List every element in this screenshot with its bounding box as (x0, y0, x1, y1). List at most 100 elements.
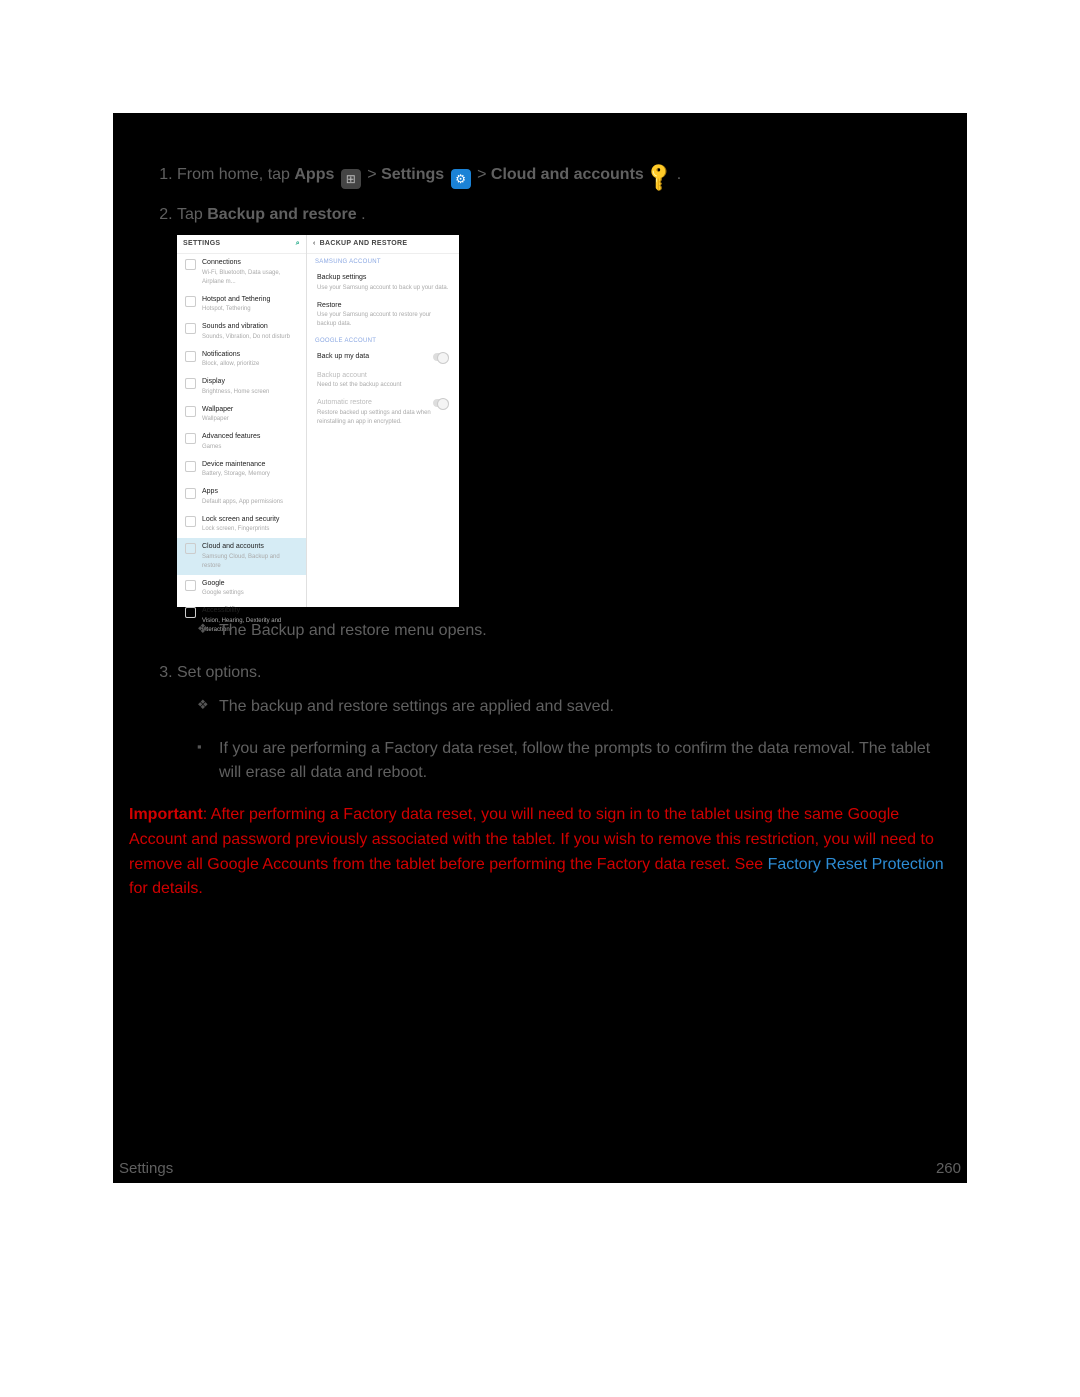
step-2-bold: Backup and restore (207, 206, 356, 223)
step-1-settings: Settings (381, 166, 444, 183)
list-item-text: Device maintenanceBattery, Storage, Memo… (202, 460, 270, 480)
key-icon: 🔑 (646, 163, 674, 191)
list-item-title: Notifications (202, 350, 259, 361)
list-item: Device maintenanceBattery, Storage, Memo… (177, 456, 306, 484)
list-item-icon (185, 607, 196, 618)
list-item-text: DisplayBrightness, Home screen (202, 377, 269, 397)
row-restore-t: Restore (317, 301, 449, 312)
step-1-sep2: > (477, 166, 491, 183)
screenshot-right-pane: ‹ BACKUP AND RESTORE SAMSUNG ACCOUNT Bac… (307, 235, 459, 607)
screenshot-left-title: SETTINGS (183, 239, 220, 250)
list-item-title: Hotspot and Tethering (202, 295, 270, 306)
list-item-sub: Block, allow, prioritize (202, 360, 259, 369)
list-item-text: GoogleGoogle settings (202, 579, 244, 599)
list-item-sub: Brightness, Home screen (202, 388, 269, 397)
screenshot-left-list: ConnectionsWi-Fi, Bluetooth, Data usage,… (177, 254, 306, 639)
row-backup-settings-s: Use your Samsung account to back up your… (317, 284, 449, 293)
step-1-apps: Apps (294, 166, 334, 183)
step-2-results: The Backup and restore menu opens. (177, 619, 951, 643)
list-item: ConnectionsWi-Fi, Bluetooth, Data usage,… (177, 254, 306, 291)
important-note: Important: After performing a Factory da… (129, 803, 951, 902)
list-item: WallpaperWallpaper (177, 401, 306, 429)
list-item-icon (185, 543, 196, 554)
list-item-icon (185, 323, 196, 334)
list-item: Hotspot and TetheringHotspot, Tethering (177, 291, 306, 319)
list-item-title: Advanced features (202, 432, 260, 443)
numbered-steps: From home, tap Apps ⊞ > Settings ⚙ > Clo… (129, 163, 951, 785)
list-item: NotificationsBlock, allow, prioritize (177, 346, 306, 374)
list-item-text: Advanced featuresGames (202, 432, 260, 452)
step-2-result-1: The Backup and restore menu opens. (197, 619, 951, 643)
settings-icon: ⚙ (451, 169, 471, 189)
row-backup-account: Backup account Need to set the backup ac… (307, 367, 459, 395)
screenshot-left-pane: SETTINGS ⌕ ConnectionsWi-Fi, Bluetooth, … (177, 235, 307, 607)
list-item-title: Device maintenance (202, 460, 270, 471)
row-backup-account-t: Backup account (317, 371, 449, 382)
list-item-text: Hotspot and TetheringHotspot, Tethering (202, 295, 270, 315)
list-item-icon (185, 296, 196, 307)
step-1-prefix: From home, tap (177, 166, 294, 183)
page-footer: Settings 260 (113, 1160, 967, 1177)
back-icon: ‹ (313, 239, 316, 250)
list-item-sub: Lock screen, Fingerprints (202, 525, 279, 534)
list-item-text: WallpaperWallpaper (202, 405, 233, 425)
step-1-cloud: Cloud and accounts (491, 166, 644, 183)
list-item-icon (185, 580, 196, 591)
toggle-icon (433, 353, 449, 361)
factory-reset-protection-link[interactable]: Factory Reset Protection (768, 856, 944, 873)
list-item-sub: Battery, Storage, Memory (202, 470, 270, 479)
step-3-text: Set options. (177, 664, 262, 681)
section-google: GOOGLE ACCOUNT (307, 333, 459, 348)
list-item-icon (185, 433, 196, 444)
step-1: From home, tap Apps ⊞ > Settings ⚙ > Clo… (177, 163, 951, 189)
list-item-title: Sounds and vibration (202, 322, 290, 333)
list-item-sub: Wi-Fi, Bluetooth, Data usage, Airplane m… (202, 269, 298, 287)
section-samsung: SAMSUNG ACCOUNT (307, 254, 459, 269)
list-item-icon (185, 488, 196, 499)
step-1-sep1: > (367, 166, 381, 183)
list-item: GoogleGoogle settings (177, 575, 306, 603)
list-item: Sounds and vibrationSounds, Vibration, D… (177, 318, 306, 346)
list-item-title: Google (202, 579, 244, 590)
list-item-sub: Wallpaper (202, 415, 233, 424)
list-item-sub: Google settings (202, 589, 244, 598)
row-restore-s: Use your Samsung account to restore your… (317, 311, 449, 329)
list-item: Lock screen and securityLock screen, Fin… (177, 511, 306, 539)
list-item-sub: Default apps, App permissions (202, 498, 283, 507)
row-auto-restore-t: Automatic restore (317, 398, 449, 409)
search-icon: ⌕ (296, 239, 300, 250)
row-back-up-my-data: Back up my data (307, 348, 459, 367)
row-backup-settings-t: Backup settings (317, 273, 449, 284)
list-item-icon (185, 259, 196, 270)
step-2-prefix: Tap (177, 206, 207, 223)
important-colon: : (203, 806, 211, 823)
row-auto-restore: Automatic restore Restore backed up sett… (307, 394, 459, 431)
list-item-sub: Hotspot, Tethering (202, 305, 270, 314)
list-item-title: Connections (202, 258, 298, 269)
screenshot-right-title: BACKUP AND RESTORE (320, 239, 408, 250)
list-item: AppsDefault apps, App permissions (177, 483, 306, 511)
list-item-icon (185, 516, 196, 527)
list-item-icon (185, 351, 196, 362)
list-item-text: NotificationsBlock, allow, prioritize (202, 350, 259, 370)
step-3-results-b: If you are performing a Factory data res… (177, 737, 951, 785)
list-item-icon (185, 378, 196, 389)
row-backup-settings: Backup settings Use your Samsung account… (307, 269, 459, 297)
list-item-text: Cloud and accountsSamsung Cloud, Backup … (202, 542, 298, 571)
step-3-result-1: The backup and restore settings are appl… (197, 695, 951, 719)
row-back-up-my-data-t: Back up my data (317, 352, 449, 363)
important-lead: Important (129, 806, 203, 823)
step-3-results-a: The backup and restore settings are appl… (177, 695, 951, 719)
important-tail: for details. (129, 880, 203, 897)
list-item-text: Sounds and vibrationSounds, Vibration, D… (202, 322, 290, 342)
footer-page-number: 260 (936, 1160, 961, 1177)
list-item-text: AppsDefault apps, App permissions (202, 487, 283, 507)
list-item-sub: Samsung Cloud, Backup and restore (202, 553, 298, 571)
list-item-icon (185, 406, 196, 417)
list-item-title: Apps (202, 487, 283, 498)
row-auto-restore-s: Restore backed up settings and data when… (317, 409, 449, 427)
step-2-end: . (361, 206, 365, 223)
list-item-title: Lock screen and security (202, 515, 279, 526)
list-item-title: Wallpaper (202, 405, 233, 416)
list-item-title: Display (202, 377, 269, 388)
